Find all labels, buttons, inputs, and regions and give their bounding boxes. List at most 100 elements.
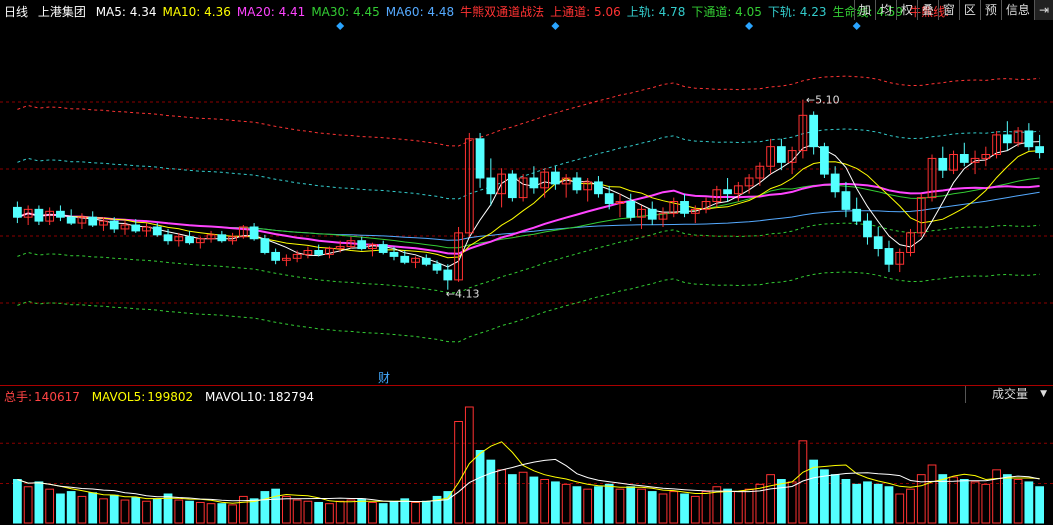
volume-bar <box>454 421 463 524</box>
candle <box>594 176 603 198</box>
tool-button-5[interactable]: 区 <box>958 0 980 20</box>
candle-body <box>1035 146 1045 154</box>
candle <box>271 248 281 265</box>
candle-body <box>841 191 851 210</box>
chevron-down-icon: ▼ <box>1040 389 1047 399</box>
volume-bar <box>540 479 550 524</box>
tool-button-6[interactable]: 预 <box>979 0 1001 20</box>
candle-body <box>13 206 22 218</box>
candle-body <box>830 173 840 193</box>
candle <box>938 146 948 179</box>
ma10-line <box>17 150 1040 259</box>
volume-bar <box>809 459 819 524</box>
candle-body <box>421 257 431 265</box>
candle-body <box>475 138 485 179</box>
candle <box>282 254 291 267</box>
candle <box>981 146 991 167</box>
volume-bar <box>109 494 119 524</box>
volume-bar <box>66 491 76 524</box>
indicator-8: 下通道: 4.05 <box>691 5 762 19</box>
candle <box>927 154 937 202</box>
indicator-legend: 日线 上港集团 MA5: 4.34 MA10: 4.36 MA20: 4.41 MA3… <box>4 3 961 20</box>
tool-button-7[interactable]: 信息 <box>1000 0 1034 20</box>
low-price-label: ←4.13 <box>446 288 480 301</box>
candle <box>238 225 248 239</box>
candle <box>949 150 958 175</box>
volume-bar <box>992 469 1001 524</box>
candle <box>895 248 905 273</box>
candle <box>615 193 625 218</box>
volume-bar <box>195 501 205 524</box>
finance-marker[interactable]: 财 <box>378 369 390 386</box>
candle <box>873 226 883 257</box>
volume-bar <box>572 486 582 524</box>
indicator-5: 牛熊双通道战法 <box>460 5 545 19</box>
event-marker-3 <box>852 22 861 30</box>
volume-bar <box>1013 479 1023 524</box>
toolbar: 加均权叠窗区预信息 ⇥ <box>853 0 1053 20</box>
candle <box>432 260 442 275</box>
volume-bar <box>615 488 625 524</box>
candle <box>529 166 539 194</box>
candle <box>701 197 711 214</box>
volume-chart[interactable] <box>0 403 1053 525</box>
volume-bar <box>271 488 281 524</box>
mavol10-value: 182794 <box>268 390 314 404</box>
candle <box>249 223 259 241</box>
volume-bar <box>303 500 313 524</box>
candle <box>314 244 324 257</box>
total-volume-label: 总手: <box>4 390 33 404</box>
candle <box>13 201 22 224</box>
candle <box>970 150 980 175</box>
candle-body <box>400 255 410 263</box>
volume-bar <box>325 503 334 524</box>
candle <box>744 174 754 194</box>
volume-bar <box>88 492 98 524</box>
candle-body <box>551 171 560 185</box>
candle <box>66 209 76 226</box>
volume-bar <box>249 498 259 524</box>
candle-body <box>1002 134 1012 144</box>
candle <box>755 162 765 186</box>
volume-bar <box>131 497 141 524</box>
candle <box>217 230 227 243</box>
candle <box>303 246 313 259</box>
candle <box>389 246 399 261</box>
volume-bar <box>561 483 571 524</box>
indicator-values: MA5: 4.34 MA10: 4.36 MA20: 4.41 MA30: 4.45 M… <box>96 5 955 19</box>
mavol5-label: MAVOL5: <box>91 390 146 404</box>
tool-button-1[interactable]: 均 <box>874 0 896 20</box>
tool-button-3[interactable]: 叠 <box>916 0 938 20</box>
volume-bar <box>647 491 657 524</box>
volume-bar <box>733 491 743 524</box>
volume-bar <box>23 486 33 524</box>
volume-bar <box>152 498 162 524</box>
candle-body <box>260 238 270 253</box>
price-chart[interactable]: ←5.10 ←4.13 <box>0 20 1053 385</box>
tool-button-0[interactable]: 加 <box>853 0 875 20</box>
candle-body <box>529 177 539 189</box>
period-label[interactable]: 日线 <box>4 5 28 19</box>
volume-bar <box>142 500 151 524</box>
indicator-2: MA20: 4.41 <box>236 5 306 19</box>
tool-button-2[interactable]: 权 <box>895 0 917 20</box>
volume-bar <box>77 495 87 524</box>
candle-body <box>109 220 119 230</box>
volume-bar <box>820 469 829 524</box>
tool-button-4[interactable]: 窗 <box>937 0 959 20</box>
candle <box>992 130 1001 159</box>
indicator-header: 日线 上港集团 MA5: 4.34 MA10: 4.36 MA20: 4.41 MA3… <box>0 0 1053 20</box>
tool-button-8[interactable]: ⇥ <box>1033 0 1053 20</box>
candle-body <box>486 177 496 195</box>
volume-indicator-select[interactable]: 成交量 ▼ <box>965 386 1053 403</box>
indicator-7: 上轨: 4.78 <box>626 5 686 19</box>
volume-bar <box>787 481 797 524</box>
candle-body <box>378 244 388 253</box>
candle <box>830 166 840 198</box>
candle-body <box>389 251 399 257</box>
volume-bar <box>970 481 980 524</box>
volume-bar <box>583 488 593 524</box>
candle-body <box>249 226 259 240</box>
indicator-9: 下轨: 4.23 <box>767 5 827 19</box>
candle <box>572 172 582 194</box>
